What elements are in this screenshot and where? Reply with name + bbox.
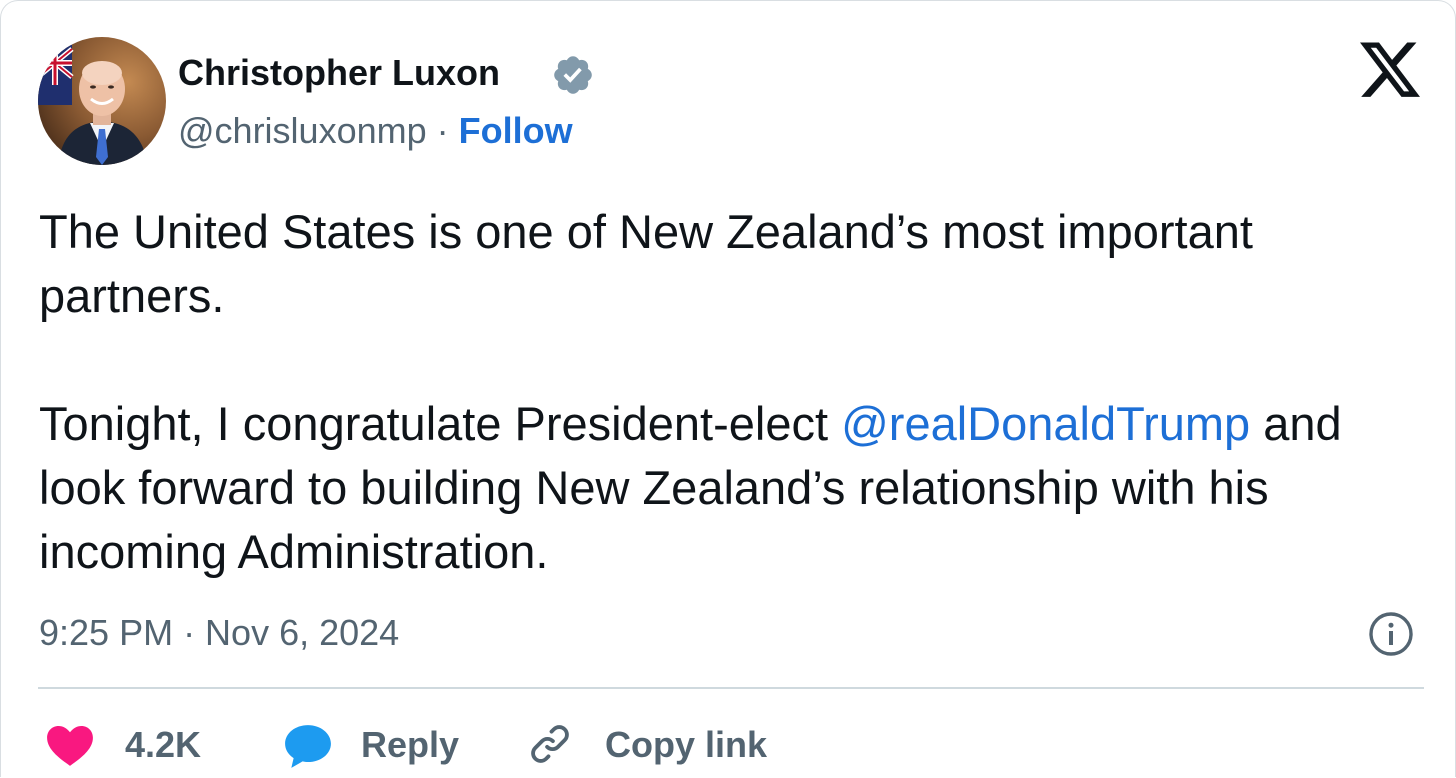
tweet-paragraph-1: The United States is one of New Zealand’… [39,205,1253,322]
reply-button[interactable]: Reply [283,713,473,773]
tweet-text-segment: Tonight, I congratulate President-elect [39,397,842,450]
follow-button[interactable]: Follow [459,110,573,151]
tweet-timestamp[interactable]: 9:25 PM · Nov 6, 2024 [39,611,399,655]
heart-icon [47,726,93,766]
reply-label: Reply [361,724,460,765]
author-handle[interactable]: @chrisluxonmp [178,110,427,151]
mention-link[interactable]: @realDonaldTrump [841,397,1250,450]
handle-separator: · [436,110,449,151]
divider [38,687,1424,689]
author-handle-row: @chrisluxonmp · Follow [178,109,573,153]
tweet-paragraph-2: Tonight, I congratulate President-elect … [39,392,1429,584]
profile-photo [38,37,166,165]
like-button[interactable]: 4.2K [45,713,215,773]
tweet-text: The United States is one of New Zealand’… [39,200,1429,584]
tweet-embed-card: Christopher Luxon @chrisluxonmp · Follow… [0,0,1456,777]
info-icon[interactable] [1367,610,1415,658]
copy-link-label: Copy link [605,724,768,765]
tweet-actions: 4.2K Reply Copy link [1,713,1456,778]
like-count: 4.2K [125,724,202,765]
link-icon [531,725,569,763]
x-logo-icon[interactable] [1360,42,1420,98]
author-name[interactable]: Christopher Luxon [178,51,500,95]
copy-link-button[interactable]: Copy link [527,713,787,773]
speech-bubble-icon [285,725,331,768]
author-avatar[interactable] [38,37,166,165]
verified-badge-icon [554,56,592,94]
